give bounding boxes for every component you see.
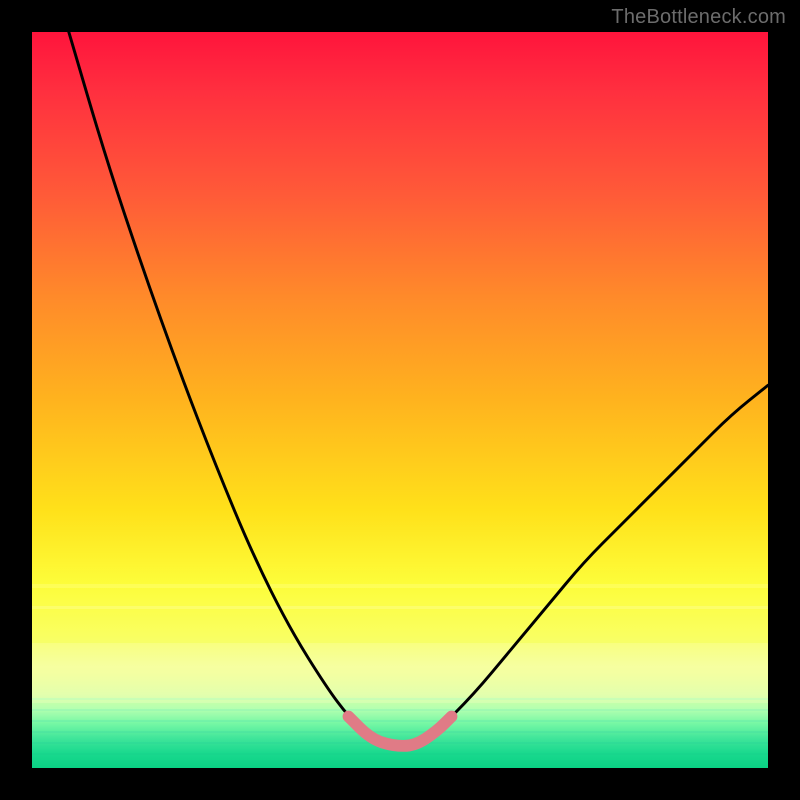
bottleneck-curve-highlight xyxy=(348,716,451,745)
bottleneck-curve-svg xyxy=(32,32,768,768)
bottleneck-curve-main xyxy=(69,32,768,746)
chart-frame: TheBottleneck.com xyxy=(0,0,800,800)
plot-area xyxy=(32,32,768,768)
watermark-text: TheBottleneck.com xyxy=(611,6,786,29)
